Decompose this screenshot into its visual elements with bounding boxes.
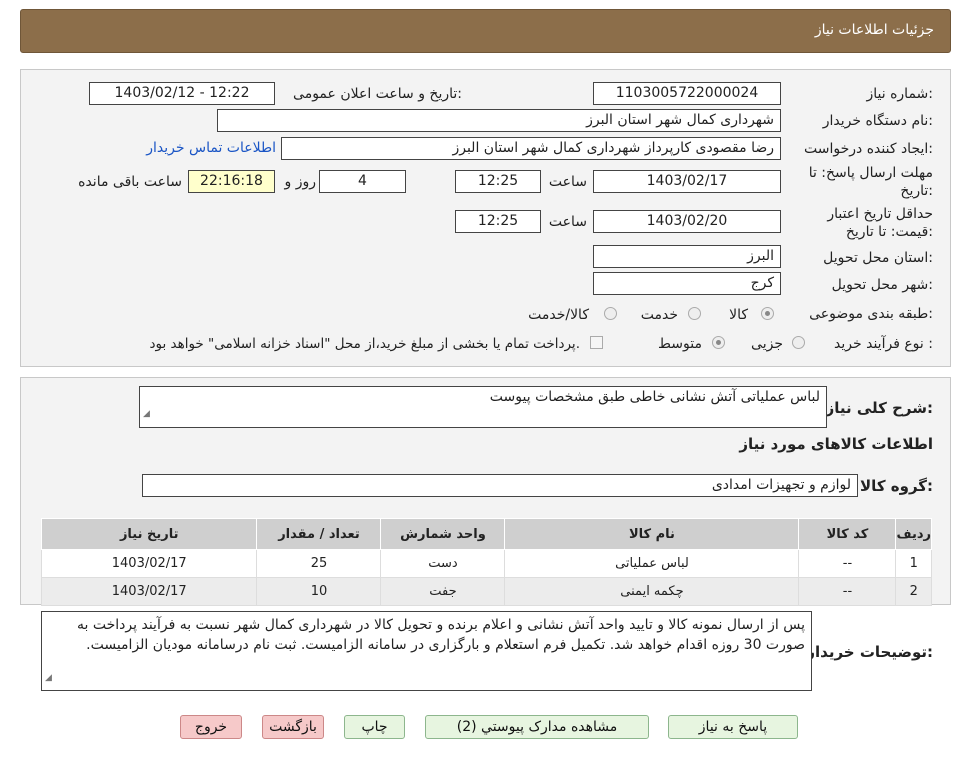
buyer-contact-link[interactable]: اطلاعات تماس خریدار	[146, 140, 276, 156]
creator-label: ایجاد کننده درخواست:	[804, 141, 933, 157]
general-description-field: لباس عملیاتی آتش نشانی خاطی طبق مشخصات پ…	[139, 386, 827, 428]
process-radio-medium[interactable]	[712, 336, 725, 349]
cell-unit: دست	[380, 549, 506, 578]
exit-button[interactable]: خروج	[180, 715, 242, 739]
table-header-row: ردیف کد کالا نام کالا واحد شمارش تعداد /…	[40, 518, 932, 550]
buyer-notes-text: پس از ارسال نمونه کالا و تایید واحد آتش …	[77, 617, 805, 653]
category-option-goods-service: کالا/خدمت	[528, 307, 589, 323]
view-attachments-button[interactable]: مشاهده مدارک پیوستي (2)	[425, 715, 649, 739]
cell-code: --	[798, 577, 897, 606]
page-header: جزئیات اطلاعات نیاز	[20, 9, 951, 53]
cell-quantity: 10	[256, 577, 382, 606]
buyer-org-field: شهرداری کمال شهر استان البرز	[217, 109, 781, 132]
cell-need-date: 1403/02/17	[40, 549, 258, 578]
process-radio-minor[interactable]	[792, 336, 805, 349]
goods-group-label: گروه کالا:	[860, 477, 933, 495]
validity-date-field: 1403/02/20	[593, 210, 781, 233]
deadline-label-1: مهلت ارسال پاسخ: تا	[808, 165, 933, 181]
buyer-notes-label: توضیحات خریدار:	[806, 643, 933, 661]
province-label: استان محل تحویل:	[823, 250, 933, 266]
validity-time-field: 12:25	[455, 210, 541, 233]
cell-unit: جفت	[380, 577, 506, 606]
print-button[interactable]: چاپ	[344, 715, 405, 739]
treasury-payment-checkbox[interactable]	[590, 336, 603, 349]
col-header-row-number: ردیف	[895, 518, 932, 550]
col-header-quantity: تعداد / مقدار	[256, 518, 382, 550]
deadline-time-field: 12:25	[455, 170, 541, 193]
col-header-unit: واحد شمارش	[380, 518, 506, 550]
general-description-label: شرح کلی نیاز:	[825, 399, 933, 417]
resize-grip-icon[interactable]: ◢	[143, 404, 150, 425]
remaining-time-field: 22:16:18	[188, 170, 275, 193]
col-header-need-date: تاریخ نیاز	[40, 518, 258, 550]
process-option-minor: جزیی	[751, 336, 783, 352]
resize-grip-icon[interactable]: ◢	[45, 668, 52, 688]
goods-group-field: لوازم و تجهیزات امدادی	[142, 474, 858, 497]
province-field: البرز	[593, 245, 781, 268]
need-number-field: 1103005722000024	[593, 82, 781, 105]
cell-name: چکمه ایمنی	[504, 577, 800, 606]
col-header-name: نام کالا	[504, 518, 800, 550]
category-option-service: خدمت	[640, 307, 678, 323]
cell-name: لباس عملیاتی	[504, 549, 800, 578]
announce-label: تاریخ و ساعت اعلان عمومی:	[293, 86, 462, 102]
goods-table: ردیف کد کالا نام کالا واحد شمارش تعداد /…	[40, 518, 932, 606]
category-label: طبقه بندی موضوعی:	[809, 306, 933, 322]
table-row[interactable]: 2 -- چکمه ایمنی جفت 10 1403/02/17	[40, 577, 932, 606]
category-option-goods: کالا	[729, 307, 748, 323]
announce-field: 1403/02/12 - 12:22	[89, 82, 275, 105]
deadline-label-2: تاریخ:	[900, 183, 933, 199]
table-row[interactable]: 1 -- لباس عملیاتی دست 25 1403/02/17	[40, 549, 932, 578]
reply-button[interactable]: پاسخ به نیاز	[668, 715, 798, 739]
city-field: کرج	[593, 272, 781, 295]
remaining-label: ساعت باقی مانده	[78, 174, 182, 190]
cell-quantity: 25	[256, 549, 382, 578]
general-description-text: لباس عملیاتی آتش نشانی خاطی طبق مشخصات پ…	[489, 389, 820, 405]
category-radio-goods-service[interactable]	[604, 307, 617, 320]
cell-row-number: 1	[895, 549, 932, 578]
days-remaining-field: 4	[319, 170, 406, 193]
validity-label-1: حداقل تاریخ اعتبار	[827, 206, 933, 222]
goods-info-title: اطلاعات کالاهای مورد نیاز	[739, 435, 933, 453]
cell-need-date: 1403/02/17	[40, 577, 258, 606]
buyer-org-label: نام دستگاه خریدار:	[822, 113, 933, 129]
validity-time-label: ساعت	[548, 214, 587, 230]
col-header-code: کد کالا	[798, 518, 897, 550]
days-label: روز و	[284, 174, 317, 190]
creator-field: رضا مقصودی کارپرداز شهرداری کمال شهر است…	[281, 137, 781, 160]
process-label: نوع فرآیند خرید :	[834, 336, 933, 352]
page-title: جزئیات اطلاعات نیاز	[814, 22, 934, 38]
city-label: شهر محل تحویل:	[831, 277, 933, 293]
cell-row-number: 2	[895, 577, 932, 606]
back-button[interactable]: بازگشت	[262, 715, 324, 739]
validity-label-2: قیمت: تا تاریخ:	[845, 224, 933, 240]
cell-code: --	[798, 549, 897, 578]
deadline-date-field: 1403/02/17	[593, 170, 781, 193]
process-option-medium: متوسط	[658, 336, 702, 352]
category-radio-service[interactable]	[688, 307, 701, 320]
deadline-time-label: ساعت	[548, 174, 587, 190]
need-number-label: شماره نیاز:	[866, 86, 933, 102]
treasury-payment-note: پرداخت تمام یا بخشی از مبلغ خرید،از محل …	[149, 336, 580, 352]
category-radio-goods[interactable]	[761, 307, 774, 320]
buyer-notes-field: پس از ارسال نمونه کالا و تایید واحد آتش …	[41, 611, 812, 691]
